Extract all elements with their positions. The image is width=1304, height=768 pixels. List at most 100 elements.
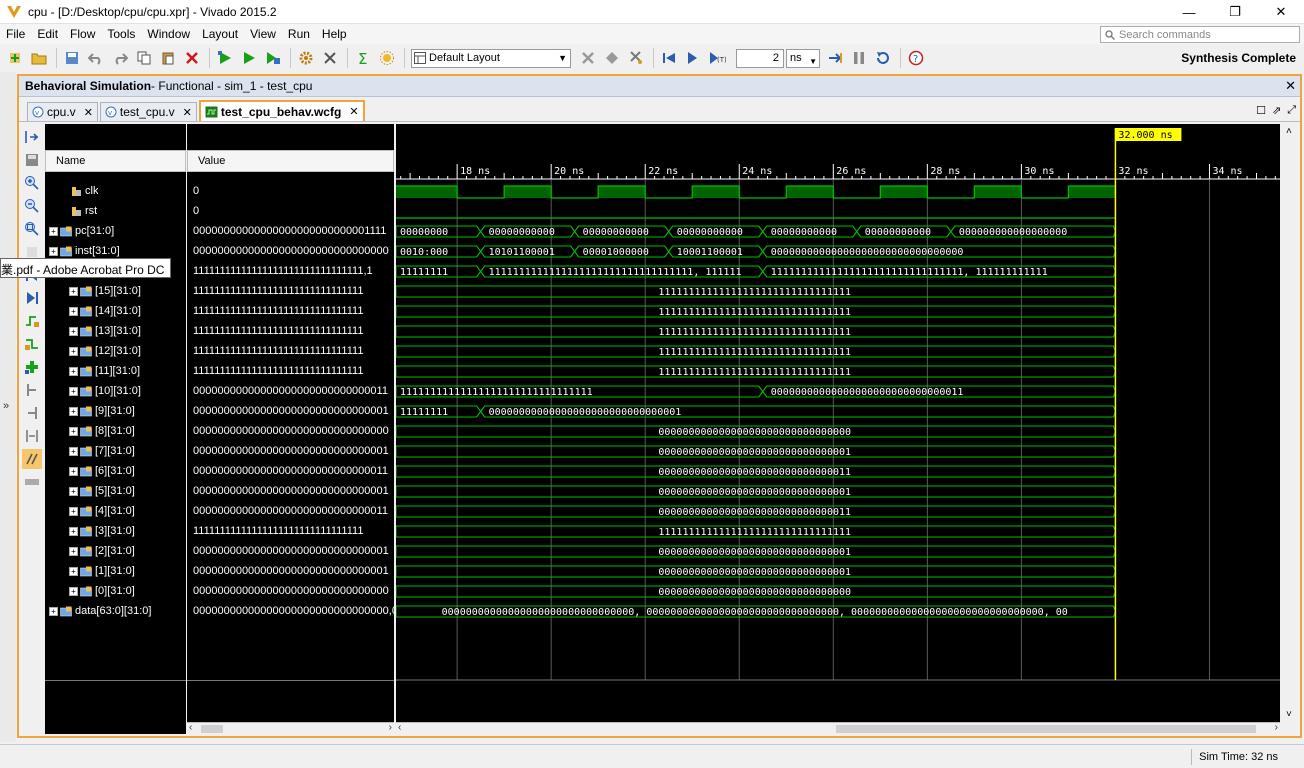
expand-toggle-icon[interactable]: + <box>69 526 78 536</box>
name-column-header[interactable]: Name <box>45 150 186 172</box>
run-icon[interactable] <box>238 47 260 69</box>
pointer-icon[interactable] <box>625 47 647 69</box>
expand-toggle-icon[interactable]: + <box>69 386 78 396</box>
pause-icon[interactable] <box>848 47 870 69</box>
expand-toggle-icon[interactable]: + <box>69 466 78 476</box>
expand-toggle-icon[interactable]: + <box>69 286 78 296</box>
expand-toggle-icon[interactable]: + <box>49 606 58 616</box>
signal-row[interactable]: clk <box>45 181 98 201</box>
signal-row[interactable]: + [12][31:0] <box>45 341 141 361</box>
expand-toggle-icon[interactable]: + <box>69 566 78 576</box>
scroll-right-icon[interactable]: › <box>1275 722 1278 733</box>
goto-end-icon[interactable] <box>22 288 42 308</box>
menu-layout[interactable]: Layout <box>196 27 244 41</box>
undo-icon[interactable] <box>85 47 107 69</box>
expand-toggle-icon[interactable]: + <box>69 446 78 456</box>
wire-cutter-icon[interactable] <box>577 47 599 69</box>
copy-icon[interactable] <box>133 47 155 69</box>
scroll-up-icon[interactable]: ˄ <box>1286 126 1292 137</box>
scroll-down-icon[interactable]: ˅ <box>1286 709 1292 720</box>
signal-row[interactable]: + [13][31:0] <box>45 321 141 341</box>
signal-row[interactable]: + [14][31:0] <box>45 301 141 321</box>
tab-test-cpu-v[interactable]: v test_cpu.v ✕ <box>99 102 197 121</box>
report-sigma-icon[interactable]: Σ <box>352 47 374 69</box>
waveform-canvas[interactable]: 18 ns 20 ns 22 ns 24 ns 26 ns 28 ns 30 ns 32 ns… <box>395 124 1280 722</box>
floating-ruler-icon[interactable] <box>22 472 42 492</box>
close-window-button[interactable]: ✕ <box>1258 0 1304 24</box>
signal-row[interactable]: + [2][31:0] <box>45 541 135 561</box>
signal-row[interactable]: + [9][31:0] <box>45 401 135 421</box>
diamond-icon[interactable] <box>601 47 623 69</box>
expand-toggle-icon[interactable]: + <box>69 586 78 596</box>
minimize-button[interactable]: — <box>1166 0 1212 24</box>
menu-view[interactable]: View <box>244 27 282 41</box>
scroll-left-icon[interactable]: ‹ <box>189 722 192 733</box>
zoom-fit-icon[interactable] <box>22 127 42 147</box>
maximize-button[interactable]: ❐ <box>1212 0 1258 24</box>
menu-file[interactable]: File <box>0 27 31 41</box>
restart-icon[interactable] <box>658 47 680 69</box>
expand-toggle-icon[interactable]: + <box>69 366 78 376</box>
expand-toggle-icon[interactable]: + <box>69 346 78 356</box>
run-simulation-icon[interactable] <box>214 47 236 69</box>
menu-run[interactable]: Run <box>282 27 316 41</box>
menu-edit[interactable]: Edit <box>31 27 64 41</box>
menu-tools[interactable]: Tools <box>101 27 141 41</box>
run-implementation-icon[interactable] <box>262 47 284 69</box>
run-time-input[interactable]: 2 <box>736 48 784 68</box>
expand-toggle-icon[interactable]: + <box>49 246 58 256</box>
relaunch-icon[interactable] <box>872 47 894 69</box>
expand-toggle-icon[interactable]: + <box>69 546 78 556</box>
restore-icon[interactable]: ☐ <box>1256 104 1266 117</box>
expand-toggle-icon[interactable]: + <box>69 426 78 436</box>
layout-select[interactable]: Default Layout ▼ <box>411 48 571 68</box>
expand-panel-icon[interactable]: » <box>3 400 9 412</box>
value-hscrollbar[interactable]: ‹ › <box>187 722 394 734</box>
expand-toggle-icon[interactable]: + <box>69 406 78 416</box>
previous-marker-icon[interactable] <box>22 380 42 400</box>
next-marker-icon[interactable] <box>22 403 42 423</box>
step-icon[interactable] <box>824 47 846 69</box>
zoom-out-icon[interactable] <box>22 196 42 216</box>
scroll-right-icon[interactable]: › <box>389 722 392 733</box>
signal-row[interactable]: + [6][31:0] <box>45 461 135 481</box>
help-icon[interactable]: ? <box>905 47 927 69</box>
run-all-icon[interactable]: ▁▁ <box>682 47 704 69</box>
expand-toggle-icon[interactable]: + <box>49 226 58 236</box>
waveform-area[interactable]: 18 ns 20 ns 22 ns 24 ns 26 ns 28 ns 30 ns 32 ns… <box>395 124 1280 734</box>
sun-icon[interactable] <box>376 47 398 69</box>
signal-row[interactable]: + [15][31:0] <box>45 281 141 301</box>
save-waveform-icon[interactable] <box>22 150 42 170</box>
settings-icon[interactable] <box>295 47 317 69</box>
signal-row[interactable]: + [0][31:0] <box>45 581 135 601</box>
waveform-vscrollbar[interactable]: ˄ ˅ <box>1281 124 1300 722</box>
run-for-icon[interactable]: (T) <box>706 47 728 69</box>
save-icon[interactable] <box>61 47 83 69</box>
signal-row[interactable]: + data[63:0][31:0] <box>45 601 151 621</box>
scroll-thumb[interactable] <box>836 725 1256 733</box>
expand-toggle-icon[interactable]: + <box>69 506 78 516</box>
tools-icon[interactable] <box>319 47 341 69</box>
close-icon[interactable]: ✕ <box>349 105 358 118</box>
close-icon[interactable]: ✕ <box>183 106 192 119</box>
waveform-hscrollbar[interactable]: ‹ › <box>396 722 1280 734</box>
tab-test-cpu-behav-wcfg[interactable]: test_cpu_behav.wcfg ✕ <box>198 100 365 121</box>
add-sources-icon[interactable] <box>4 47 26 69</box>
redo-icon[interactable] <box>109 47 131 69</box>
scroll-thumb[interactable] <box>201 725 223 733</box>
signal-row[interactable]: rst <box>45 201 97 221</box>
run-time-unit-select[interactable]: ns ▼ <box>786 48 820 68</box>
menu-window[interactable]: Window <box>141 27 196 41</box>
menu-flow[interactable]: Flow <box>64 27 101 41</box>
delete-icon[interactable] <box>181 47 203 69</box>
signal-row[interactable]: + [10][31:0] <box>45 381 141 401</box>
expand-toggle-icon[interactable]: + <box>69 326 78 336</box>
signal-row[interactable]: + [5][31:0] <box>45 481 135 501</box>
swap-cursors-icon[interactable] <box>22 426 42 446</box>
close-icon[interactable]: ✕ <box>84 106 93 119</box>
panel-close-button[interactable]: ✕ <box>1285 78 1296 94</box>
snap-to-transition-icon[interactable] <box>22 449 42 469</box>
zoom-in-icon[interactable] <box>22 173 42 193</box>
expand-toggle-icon[interactable]: + <box>69 486 78 496</box>
zoom-full-icon[interactable] <box>22 219 42 239</box>
